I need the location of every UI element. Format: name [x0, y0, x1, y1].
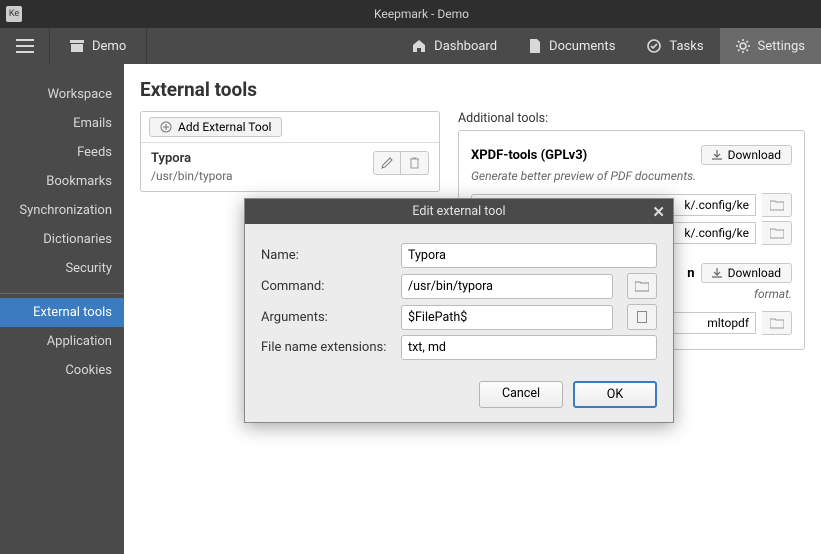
field-label-arguments: Arguments: — [261, 310, 391, 325]
nav-settings-label: Settings — [758, 39, 805, 54]
nav-settings[interactable]: Settings — [720, 28, 821, 64]
folder-icon — [770, 228, 784, 239]
additional-tools-label: Additional tools: — [458, 111, 805, 126]
hamburger-icon — [16, 39, 34, 53]
nav-documents[interactable]: Documents — [513, 28, 631, 64]
project-tab-label: Demo — [92, 39, 126, 54]
sidebar-divider — [0, 293, 124, 294]
command-input[interactable] — [401, 274, 613, 299]
window-titlebar: Ke Keepmark - Demo — [0, 0, 821, 28]
tool-command: /usr/bin/typora — [151, 169, 233, 183]
plus-circle-icon — [160, 121, 172, 133]
sidebar-item-workspace[interactable]: Workspace — [0, 80, 124, 109]
folder-icon — [770, 318, 784, 329]
dialog-title-text: Edit external tool — [412, 204, 505, 219]
menu-button[interactable] — [0, 28, 50, 64]
edit-tool-button[interactable] — [373, 151, 401, 175]
add-external-tool-label: Add External Tool — [178, 120, 271, 134]
tool-name: Typora — [151, 151, 233, 166]
sidebar-item-bookmarks[interactable]: Bookmarks — [0, 167, 124, 196]
pencil-icon — [381, 157, 393, 169]
topbar-spacer — [147, 28, 396, 64]
xpdf-description: Generate better preview of PDF documents… — [471, 169, 792, 183]
sidebar-item-feeds[interactable]: Feeds — [0, 138, 124, 167]
page-title: External tools — [140, 78, 805, 101]
xpdf-download-button[interactable]: Download — [701, 145, 792, 165]
insert-macro-icon — [637, 311, 647, 323]
wkhtml-download-label: Download — [728, 266, 781, 280]
xpdf-path-2-browse-button[interactable] — [762, 221, 792, 245]
add-external-tool-button[interactable]: Add External Tool — [149, 117, 282, 137]
folder-icon — [770, 200, 784, 211]
home-icon — [412, 39, 426, 53]
top-navbar: Demo Dashboard Documents Tasks Settings — [0, 28, 821, 64]
dialog-titlebar: Edit external tool ✕ — [245, 199, 673, 224]
window-title: Keepmark - Demo — [22, 7, 821, 21]
cancel-button[interactable]: Cancel — [479, 381, 563, 408]
wkhtml-download-button[interactable]: Download — [701, 263, 792, 283]
field-label-extensions: File name extensions: — [261, 340, 391, 355]
project-tab-demo[interactable]: Demo — [50, 28, 147, 64]
ok-button[interactable]: OK — [573, 381, 657, 408]
extensions-input[interactable] — [401, 335, 657, 360]
nav-tasks-label: Tasks — [669, 39, 703, 54]
nav-dashboard-label: Dashboard — [434, 39, 497, 54]
edit-external-tool-dialog: Edit external tool ✕ Name: Command: Argu… — [244, 198, 674, 423]
command-browse-button[interactable] — [627, 273, 657, 299]
nav-dashboard[interactable]: Dashboard — [396, 28, 513, 64]
download-icon — [712, 268, 722, 278]
trash-icon — [409, 157, 420, 169]
xpdf-download-label: Download — [728, 148, 781, 162]
sidebar-item-external-tools[interactable]: External tools — [0, 298, 124, 327]
archive-icon — [70, 40, 84, 52]
sidebar-item-dictionaries[interactable]: Dictionaries — [0, 225, 124, 254]
wkhtml-path-browse-button[interactable] — [762, 311, 792, 335]
sidebar-item-synchronization[interactable]: Synchronization — [0, 196, 124, 225]
delete-tool-button[interactable] — [401, 151, 429, 175]
nav-documents-label: Documents — [549, 39, 615, 54]
app-icon: Ke — [6, 6, 22, 22]
sidebar-item-cookies[interactable]: Cookies — [0, 356, 124, 385]
sidebar-item-application[interactable]: Application — [0, 327, 124, 356]
arguments-macro-button[interactable] — [627, 304, 657, 330]
arguments-input[interactable] — [401, 305, 613, 330]
settings-sidebar: Workspace Emails Feeds Bookmarks Synchro… — [0, 64, 124, 554]
tool-list-item[interactable]: Typora /usr/bin/typora — [141, 143, 439, 191]
field-label-name: Name: — [261, 248, 391, 263]
check-circle-icon — [647, 39, 661, 53]
xpdf-title: XPDF-tools (GPLv3) — [471, 148, 695, 163]
download-icon — [712, 150, 722, 160]
external-tools-panel: Add External Tool Typora /usr/bin/typora — [140, 111, 440, 192]
sidebar-item-security[interactable]: Security — [0, 254, 124, 283]
dialog-close-button[interactable]: ✕ — [652, 203, 665, 221]
gear-icon — [736, 39, 750, 53]
name-input[interactable] — [401, 243, 657, 268]
document-icon — [529, 39, 541, 53]
xpdf-path-1-browse-button[interactable] — [762, 193, 792, 217]
field-label-command: Command: — [261, 279, 391, 294]
nav-tasks[interactable]: Tasks — [631, 28, 719, 64]
sidebar-item-emails[interactable]: Emails — [0, 109, 124, 138]
folder-icon — [635, 281, 649, 292]
